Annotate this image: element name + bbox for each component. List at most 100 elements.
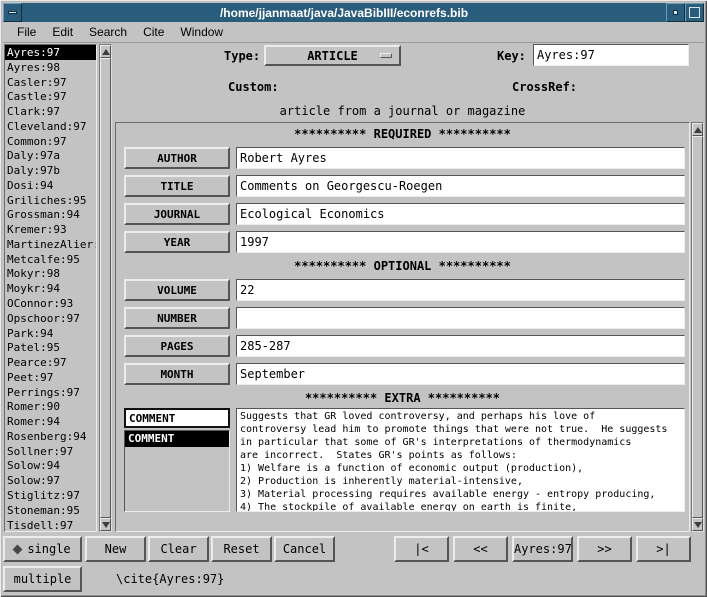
extra-section-header: ********** EXTRA ********** [116, 391, 689, 405]
pages-input[interactable] [236, 335, 685, 357]
application-window: /home/jjanmaat/java/JavaBibIII/econrefs.… [0, 0, 707, 597]
list-item[interactable]: Griliches:95 [5, 193, 96, 208]
comment-textarea[interactable]: Suggests that GR loved controversy, and … [236, 408, 685, 512]
cite-command-text: \cite{Ayres:97} [116, 572, 224, 586]
key-label: Key: [497, 49, 526, 63]
author-input[interactable] [236, 147, 685, 169]
new-button[interactable]: New [85, 536, 146, 562]
list-item[interactable]: Solow:94 [5, 458, 96, 473]
reference-list[interactable]: Ayres:97Ayres:98Casler:97Castle:97Clark:… [4, 44, 97, 532]
menu-file[interactable]: File [9, 22, 44, 42]
tab-single-label: single [27, 542, 70, 556]
type-label: Type: [224, 49, 260, 63]
title-bar: /home/jjanmaat/java/JavaBibIII/econrefs.… [3, 3, 704, 22]
tab-multiple-label: multiple [14, 572, 72, 586]
tab-multiple[interactable]: multiple [3, 566, 82, 592]
menu-bar: File Edit Search Cite Window [3, 22, 704, 43]
month-field-label: MONTH [124, 363, 230, 385]
list-item[interactable]: Moykr:94 [5, 281, 96, 296]
nav-prev-button[interactable]: << [453, 536, 508, 562]
extra-field-list-item[interactable]: COMMENT [125, 431, 229, 447]
entry-form: ********** REQUIRED ********** AUTHOR TI… [115, 122, 690, 532]
list-item[interactable]: Grossman:94 [5, 207, 96, 222]
scroll-down-icon [102, 522, 110, 528]
list-scrollbar-thumb[interactable] [100, 58, 111, 518]
minimize-button[interactable] [666, 3, 685, 22]
title-field-label: TITLE [124, 175, 230, 197]
clear-button[interactable]: Clear [148, 536, 209, 562]
form-scrollbar[interactable] [691, 122, 704, 532]
title-input[interactable] [236, 175, 685, 197]
pages-field-label: PAGES [124, 335, 230, 357]
list-item[interactable]: Ayres:97 [5, 45, 96, 60]
nav-next-button[interactable]: >> [577, 536, 632, 562]
list-scroll-down-button[interactable] [100, 518, 111, 531]
list-item[interactable]: Daly:97a [5, 148, 96, 163]
list-item[interactable]: MartinezAlier:9 [5, 237, 96, 252]
key-input[interactable] [533, 44, 689, 66]
volume-input[interactable] [236, 279, 685, 301]
menu-window[interactable]: Window [172, 22, 231, 42]
list-scrollbar[interactable] [99, 44, 112, 532]
list-item[interactable]: OConnor:93 [5, 296, 96, 311]
list-item[interactable]: Sollner:97 [5, 444, 96, 459]
list-item[interactable]: Patel:95 [5, 340, 96, 355]
journal-input[interactable] [236, 203, 685, 225]
list-item[interactable]: Park:94 [5, 326, 96, 341]
scroll-up-icon [102, 49, 110, 55]
reset-button[interactable]: Reset [211, 536, 272, 562]
list-item[interactable]: Perrings:97 [5, 385, 96, 400]
journal-field-label: JOURNAL [124, 203, 230, 225]
nav-last-button[interactable]: >| [636, 536, 691, 562]
list-item[interactable]: Stiglitz:97 [5, 488, 96, 503]
type-dropdown[interactable]: ARTICLE [264, 45, 401, 66]
form-scroll-down-button[interactable] [692, 518, 703, 531]
list-item[interactable]: Tisdell:97 [5, 518, 96, 533]
list-item[interactable]: Casler:97 [5, 75, 96, 90]
nav-first-button[interactable]: |< [394, 536, 449, 562]
dropdown-indicator-icon [380, 53, 392, 58]
year-input[interactable] [236, 231, 685, 253]
list-item[interactable]: Mokyr:98 [5, 266, 96, 281]
tab-single[interactable]: single [3, 536, 82, 562]
required-section-header: ********** REQUIRED ********** [116, 127, 689, 141]
list-item[interactable]: Cleveland:97 [5, 119, 96, 134]
active-tab-diamond-icon [13, 544, 23, 554]
extra-field-list[interactable]: COMMENT [124, 430, 230, 512]
entry-type-description: article from a journal or magazine [115, 104, 690, 118]
crossref-label: CrossRef: [512, 80, 577, 94]
list-scroll-up-button[interactable] [100, 45, 111, 58]
menu-cite[interactable]: Cite [135, 22, 172, 42]
list-item[interactable]: Metcalfe:95 [5, 252, 96, 267]
number-input[interactable] [236, 307, 685, 329]
list-item[interactable]: Romer:90 [5, 399, 96, 414]
maximize-button[interactable] [685, 3, 704, 22]
list-item[interactable]: Castle:97 [5, 89, 96, 104]
list-item[interactable]: Opschoor:97 [5, 311, 96, 326]
custom-label: Custom: [228, 80, 279, 94]
scroll-up-icon [694, 127, 702, 133]
window-title: /home/jjanmaat/java/JavaBibIII/econrefs.… [22, 3, 666, 22]
author-field-label: AUTHOR [124, 147, 230, 169]
list-item[interactable]: Clark:97 [5, 104, 96, 119]
list-item[interactable]: Ayres:98 [5, 60, 96, 75]
list-item[interactable]: Daly:97b [5, 163, 96, 178]
extra-field-name-input[interactable] [124, 408, 230, 428]
list-item[interactable]: Romer:94 [5, 414, 96, 429]
list-item[interactable]: Dosi:94 [5, 178, 96, 193]
month-input[interactable] [236, 363, 685, 385]
form-scrollbar-thumb[interactable] [692, 136, 703, 518]
list-item[interactable]: Rosenberg:94 [5, 429, 96, 444]
list-item[interactable]: Solow:97 [5, 473, 96, 488]
list-item[interactable]: Common:97 [5, 134, 96, 149]
menu-edit[interactable]: Edit [44, 22, 81, 42]
menu-search[interactable]: Search [81, 22, 135, 42]
list-item[interactable]: Stoneman:95 [5, 503, 96, 518]
form-scroll-up-button[interactable] [692, 123, 703, 136]
cancel-button[interactable]: Cancel [274, 536, 335, 562]
nav-current-button[interactable]: Ayres:97 [512, 536, 573, 562]
list-item[interactable]: Pearce:97 [5, 355, 96, 370]
window-menu-button[interactable] [3, 3, 22, 22]
list-item[interactable]: Peet:97 [5, 370, 96, 385]
list-item[interactable]: Kremer:93 [5, 222, 96, 237]
